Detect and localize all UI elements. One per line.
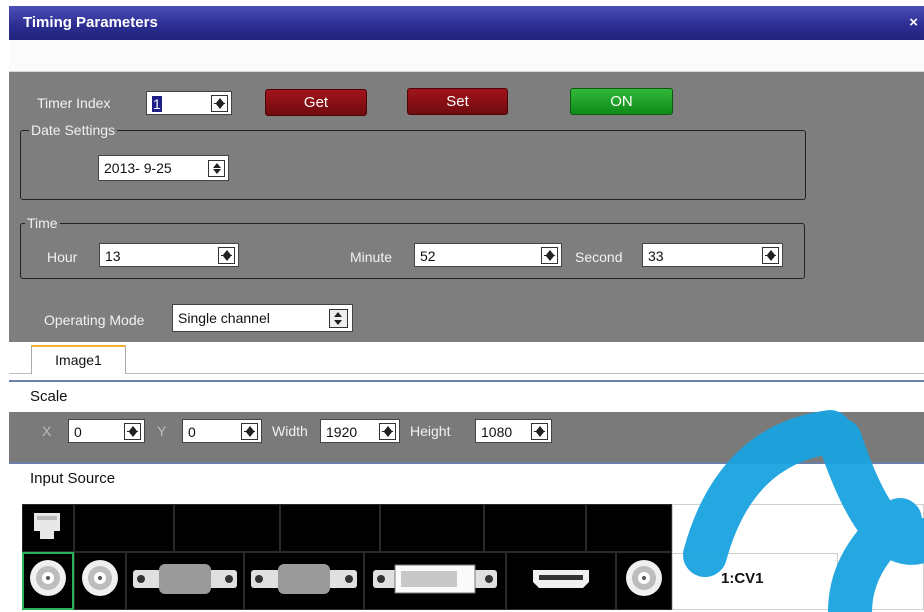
channel-panel: 1:CV1: [672, 504, 924, 611]
input-source-title: Input Source: [30, 470, 116, 487]
y-value: 0: [188, 424, 196, 440]
timer-index-stepper[interactable]: 1: [146, 91, 232, 115]
input-source-panel: 1:CV1: [9, 495, 924, 612]
port-slot[interactable]: [380, 504, 484, 552]
port-slot[interactable]: [174, 504, 280, 552]
channel-label: 1:CV1: [721, 570, 764, 587]
get-button[interactable]: Get: [265, 89, 367, 116]
x-label: X: [42, 423, 52, 439]
date-settings-legend: Date Settings: [29, 122, 118, 138]
port-slot[interactable]: [22, 504, 74, 552]
bnc-icon: [82, 560, 118, 596]
vga-icon: [133, 564, 237, 594]
spin-arrows-icon[interactable]: [379, 423, 396, 440]
width-stepper[interactable]: 1920: [320, 419, 400, 443]
port-slot[interactable]: [484, 504, 586, 552]
scale-title: Scale: [30, 388, 68, 405]
spin-arrows-icon[interactable]: [531, 423, 548, 440]
port-slot[interactable]: [586, 504, 672, 552]
image-tab-strip: Image1: [9, 342, 924, 374]
spin-arrows-icon[interactable]: [541, 247, 558, 264]
bnc-icon: [626, 560, 662, 596]
port-slot[interactable]: [74, 504, 174, 552]
dropdown-arrow-icon[interactable]: [329, 309, 348, 328]
port-slot[interactable]: [280, 504, 380, 552]
hdmi-icon: [533, 570, 589, 588]
date-value: 2013- 9-25: [104, 160, 172, 176]
bnc-icon: [30, 560, 66, 596]
second-stepper[interactable]: 33: [642, 243, 783, 267]
spin-arrows-icon[interactable]: [211, 95, 228, 112]
x-stepper[interactable]: 0: [68, 419, 145, 443]
minute-label: Minute: [350, 249, 393, 265]
operating-mode-value: Single channel: [178, 310, 270, 326]
second-value: 33: [648, 248, 664, 264]
y-stepper[interactable]: 0: [182, 419, 262, 443]
vga-icon: [251, 564, 357, 594]
y-label: Y: [157, 423, 167, 439]
date-picker[interactable]: 2013- 9-25: [98, 155, 229, 181]
operating-mode-label: Operating Mode: [44, 312, 145, 328]
window-title-bar: Timing Parameters ×: [9, 6, 924, 40]
dropdown-arrow-icon[interactable]: [208, 160, 225, 177]
second-label: Second: [575, 249, 623, 265]
close-icon[interactable]: ×: [909, 14, 918, 31]
scale-header: Scale: [9, 380, 924, 410]
port-bnc[interactable]: [616, 552, 672, 610]
width-label: Width: [272, 423, 308, 439]
set-button[interactable]: Set: [407, 88, 508, 115]
operating-mode-select[interactable]: Single channel: [172, 304, 353, 332]
timer-index-value: 1: [152, 96, 162, 112]
hour-stepper[interactable]: 13: [99, 243, 239, 267]
minute-stepper[interactable]: 52: [414, 243, 562, 267]
height-value: 1080: [481, 424, 513, 440]
spin-arrows-icon[interactable]: [241, 423, 258, 440]
width-value: 1920: [326, 424, 358, 440]
port-bnc-selected[interactable]: [22, 552, 74, 610]
minute-value: 52: [420, 248, 436, 264]
rj45-icon: [34, 513, 60, 539]
hour-label: Hour: [47, 249, 78, 265]
on-button[interactable]: ON: [570, 88, 673, 115]
input-source-header: Input Source: [9, 462, 924, 495]
port-bnc[interactable]: [74, 552, 126, 610]
hour-value: 13: [105, 248, 121, 264]
timing-panel: Timer Index 1 Get Set ON Date Settings 2…: [9, 72, 924, 342]
input-port-grid: [22, 504, 672, 610]
port-vga[interactable]: [126, 552, 244, 610]
tab-image1[interactable]: Image1: [31, 345, 126, 374]
time-legend: Time: [25, 215, 60, 231]
toolbar-strip: [9, 40, 924, 72]
spin-arrows-icon[interactable]: [218, 247, 235, 264]
spin-arrows-icon[interactable]: [124, 423, 141, 440]
timer-index-label: Timer Index: [37, 95, 111, 111]
dvi-icon: [373, 564, 497, 594]
port-dvi[interactable]: [364, 552, 506, 610]
port-hdmi[interactable]: [506, 552, 616, 610]
height-label: Height: [410, 423, 451, 439]
spin-arrows-icon[interactable]: [762, 247, 779, 264]
scale-panel: X 0 Y 0 Width 1920 Height 1080: [9, 412, 924, 462]
window-title: Timing Parameters: [23, 14, 158, 31]
port-vga[interactable]: [244, 552, 364, 610]
height-stepper[interactable]: 1080: [475, 419, 552, 443]
x-value: 0: [74, 424, 82, 440]
